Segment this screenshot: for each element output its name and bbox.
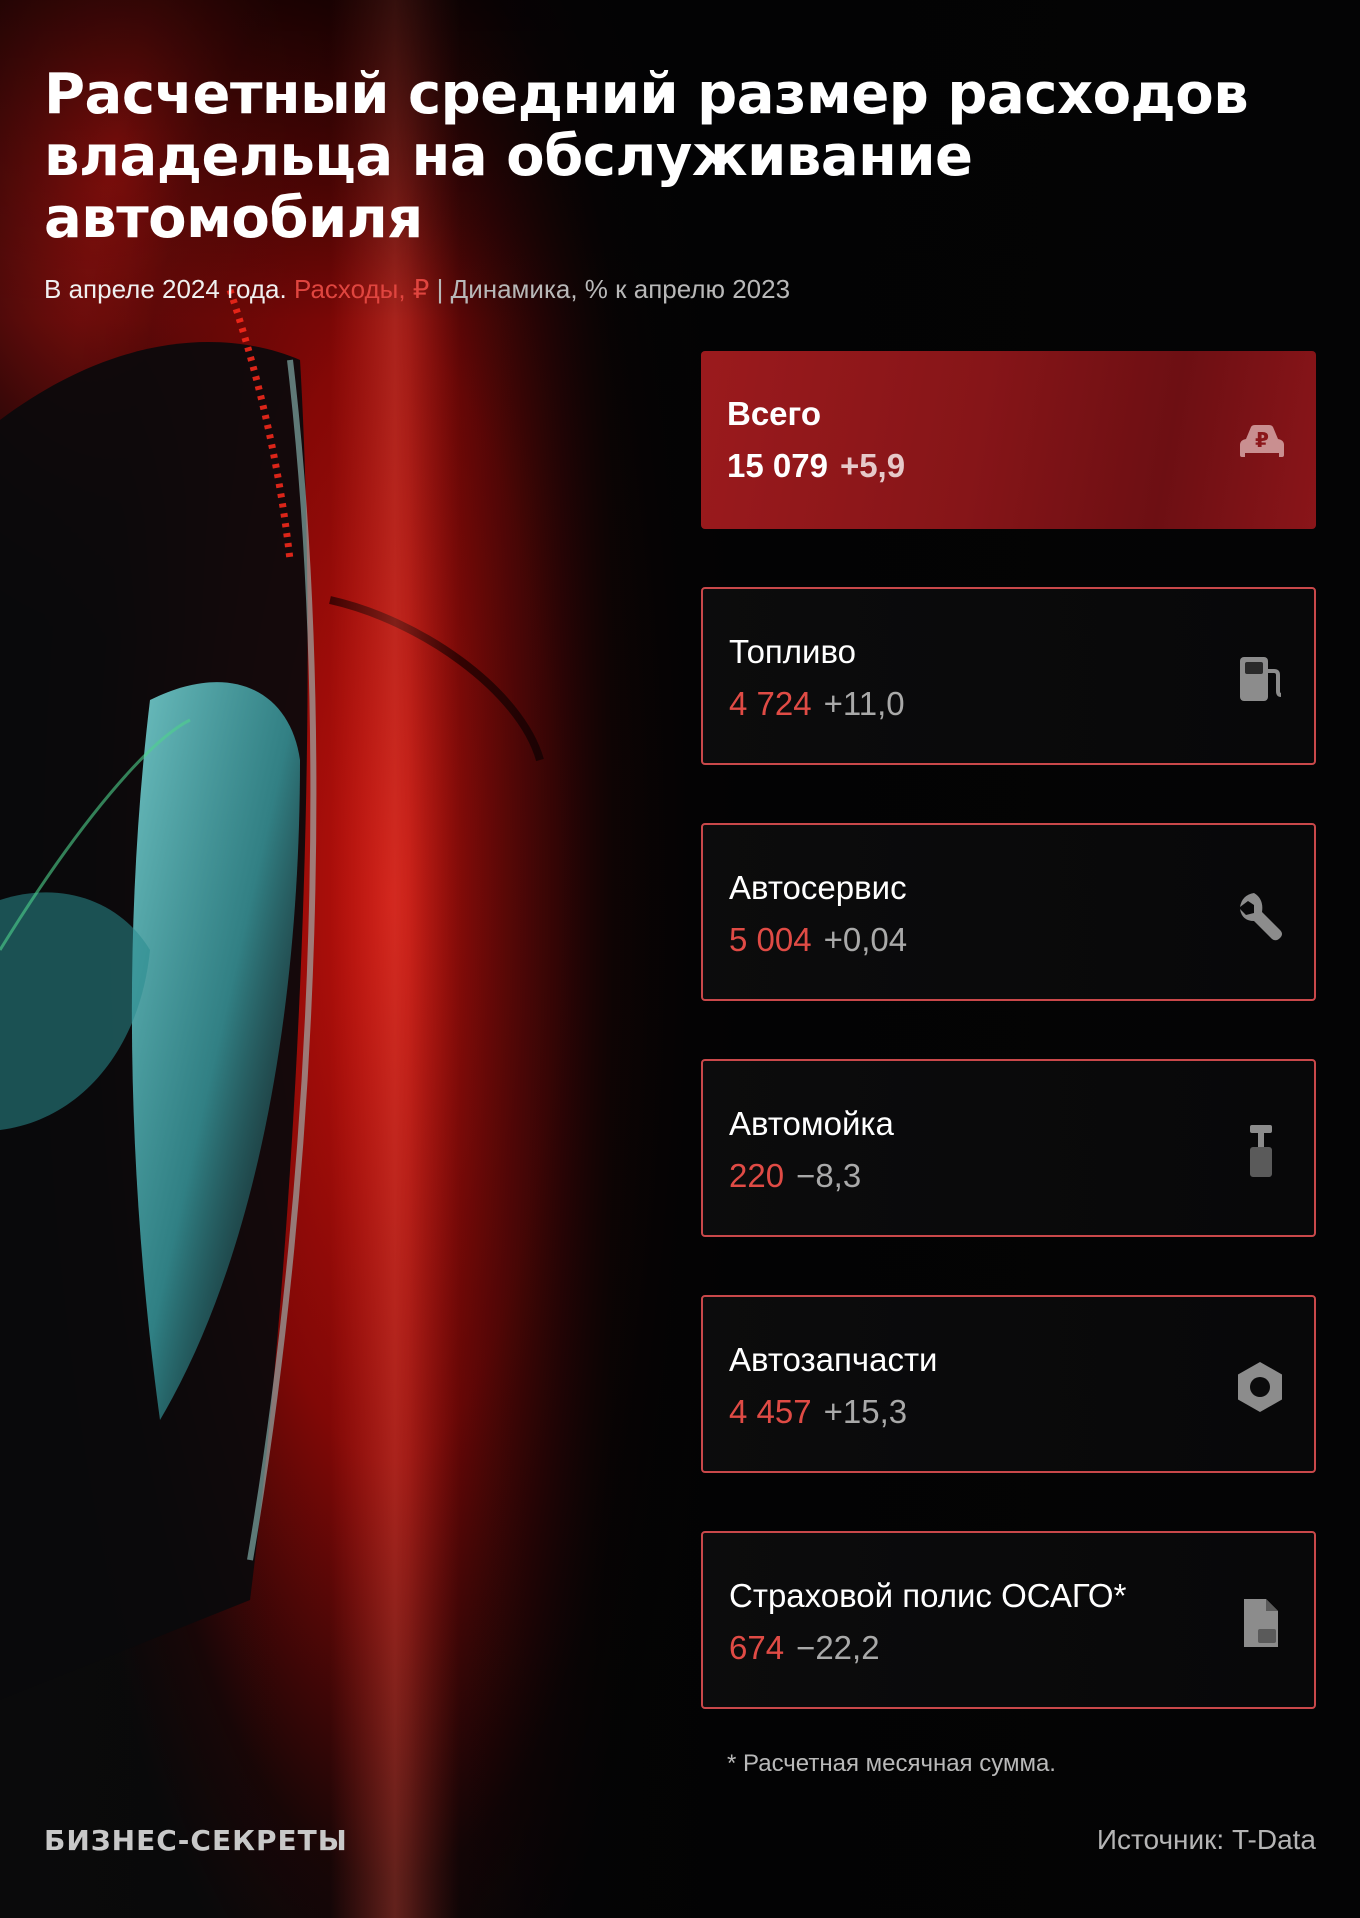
card-value: 5 004 [729, 921, 812, 958]
card-change: −22,2 [796, 1629, 880, 1666]
card-value: 4 457 [729, 1393, 812, 1430]
card-car-wash: Автомойка 220 −8,3 [701, 1059, 1316, 1237]
card-value: 4 724 [729, 685, 812, 722]
card-label: Всего [727, 395, 822, 432]
page-title: Расчетный средний размер расходов владел… [44, 62, 1249, 251]
brand-logo: БИЗНЕС-СЕКРЕТЫ [44, 1824, 348, 1857]
document-icon [1232, 1595, 1288, 1651]
card-spare-parts: Автозапчасти 4 457 +15,3 [701, 1295, 1316, 1473]
subtitle-dynamics-legend: Динамика, % к апрелю 2023 [450, 274, 791, 304]
card-values: 15 079 +5,9 [727, 447, 905, 485]
ruble-car-icon: ₽ [1234, 413, 1290, 469]
card-label: Страховой полис ОСАГО* [729, 1577, 1127, 1614]
card-values: 4 457 +15,3 [729, 1393, 907, 1431]
card-values: 220 −8,3 [729, 1157, 861, 1195]
card-insurance-osago: Страховой полис ОСАГО* 674 −22,2 [701, 1531, 1316, 1709]
fuel-pump-icon [1232, 651, 1288, 707]
card-change: +5,9 [839, 447, 906, 484]
hex-nut-icon [1232, 1359, 1288, 1415]
subtitle-expenses-legend: Расходы, ₽ [293, 274, 430, 304]
footnote: * Расчетная месячная сумма. [727, 1750, 1056, 1777]
card-car-service: Автосервис 5 004 +0,04 [701, 823, 1316, 1001]
card-values: 674 −22,2 [729, 1629, 880, 1667]
subtitle-separator: | [436, 274, 444, 304]
card-value: 674 [729, 1629, 785, 1666]
card-change: +0,04 [823, 921, 908, 958]
card-change: +15,3 [823, 1393, 908, 1430]
spray-bottle-icon [1232, 1123, 1288, 1179]
card-label: Топливо [729, 633, 857, 670]
wrench-icon [1232, 887, 1288, 943]
svg-text:₽: ₽ [1255, 428, 1269, 452]
card-fuel: Топливо 4 724 +11,0 [701, 587, 1316, 765]
card-value: 220 [729, 1157, 785, 1194]
card-total: Всего 15 079 +5,9 ₽ [701, 351, 1316, 529]
card-values: 4 724 +11,0 [729, 685, 905, 723]
card-change: −8,3 [796, 1157, 862, 1194]
card-change: +11,0 [823, 685, 905, 722]
card-label: Автозапчасти [729, 1341, 938, 1378]
card-values: 5 004 +0,04 [729, 921, 907, 959]
card-label: Автомойка [729, 1105, 894, 1142]
subtitle-period: В апреле 2024 года. [44, 274, 287, 304]
subtitle: В апреле 2024 года. Расходы, ₽ | Динамик… [44, 273, 790, 305]
source-note: Источник: T-Data [1096, 1824, 1316, 1855]
card-label: Автосервис [729, 869, 907, 906]
card-value: 15 079 [727, 447, 828, 484]
